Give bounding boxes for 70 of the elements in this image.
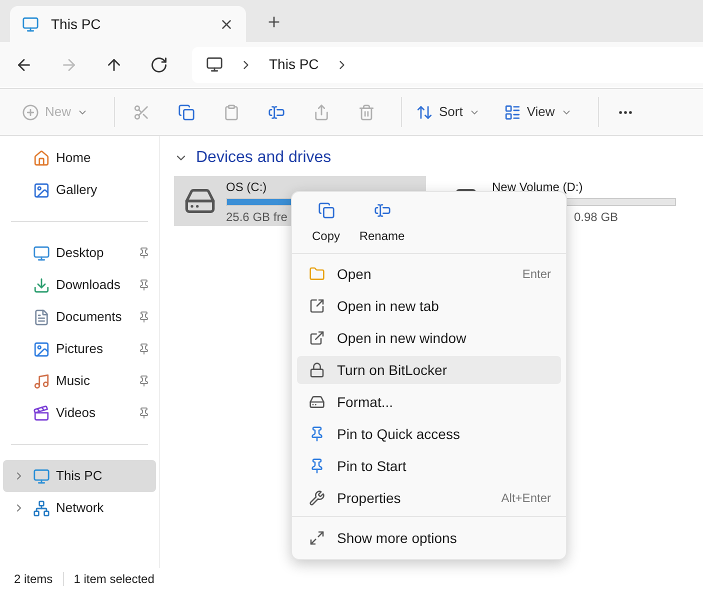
desktop-icon: [33, 244, 50, 262]
refresh-icon[interactable]: [150, 56, 168, 74]
pin-icon: [138, 407, 150, 419]
view-icon: [504, 104, 521, 120]
lock-icon: [309, 362, 325, 378]
tab-title: This PC: [51, 14, 102, 34]
shortcut-text: Enter: [522, 266, 551, 283]
quick-action-button[interactable]: Copy: [302, 202, 350, 245]
sidebar-item[interactable]: Desktop: [3, 237, 156, 269]
pin-icon: [138, 375, 150, 387]
menu-item[interactable]: Format...: [297, 388, 561, 416]
monitor-icon: [206, 56, 223, 73]
status-text: 1 item selected: [74, 571, 154, 588]
sort-icon: [416, 104, 434, 120]
shortcut-text: Alt+Enter: [501, 490, 551, 507]
tab[interactable]: This PC: [10, 6, 246, 42]
network-icon: [33, 500, 50, 516]
sidebar-item[interactable]: Home: [3, 142, 156, 174]
free-space: 0.98 GB: [574, 209, 618, 226]
menu-item[interactable]: Open Enter: [297, 260, 561, 288]
menu-item[interactable]: Pin to Quick access: [297, 420, 561, 448]
menu-item[interactable]: Pin to Start: [297, 452, 561, 480]
group-title: Devices and drives: [196, 148, 332, 168]
toolbar-button[interactable]: Sort: [410, 96, 486, 128]
address-bar[interactable]: This PC: [192, 46, 703, 82]
document-icon: [33, 308, 50, 326]
video-icon: [33, 404, 50, 422]
pin-icon: [138, 279, 150, 291]
wrench-icon: [309, 490, 325, 506]
free-space: 25.6 GB fre: [226, 209, 288, 226]
new-icon: [22, 104, 39, 120]
sidebar-item[interactable]: This PC: [3, 460, 156, 492]
picture-icon: [33, 340, 50, 358]
address-segment[interactable]: This PC: [269, 54, 319, 75]
sidebar-item[interactable]: Music: [3, 365, 156, 397]
quick-action-button[interactable]: Rename: [358, 202, 406, 245]
menu-item[interactable]: Open in new window: [297, 324, 561, 352]
pin-icon: [138, 311, 150, 323]
menu-item[interactable]: Properties Alt+Enter: [297, 484, 561, 512]
pin-icon: [138, 247, 150, 259]
new-tab-icon[interactable]: [266, 14, 282, 30]
menu-item[interactable]: Turn on BitLocker: [297, 356, 561, 384]
sidebar-item[interactable]: Videos: [3, 397, 156, 429]
sidebar-item[interactable]: Pictures: [3, 333, 156, 365]
monitor-icon: [22, 16, 39, 32]
music-icon: [33, 372, 50, 390]
gallery-icon: [33, 182, 50, 198]
drive-name: OS (C:): [226, 179, 268, 196]
sidebar-item[interactable]: Downloads: [3, 269, 156, 301]
sidebar-item[interactable]: Network: [3, 492, 156, 524]
pin-icon: [309, 458, 325, 474]
drive-icon: [309, 394, 325, 410]
expand-icon: [309, 530, 325, 546]
sidebar-item[interactable]: Documents: [3, 301, 156, 333]
toolbar-button[interactable]: View: [498, 96, 578, 128]
pin-icon: [309, 426, 325, 442]
new-window-icon: [309, 330, 325, 346]
drive-name: New Volume (D:): [492, 179, 584, 196]
menu-item[interactable]: Open in new tab: [297, 292, 561, 320]
menu-item[interactable]: Show more options: [297, 523, 561, 553]
copy-icon: [318, 202, 334, 219]
home-icon: [33, 150, 50, 166]
monitor-icon: [33, 468, 50, 484]
status-text: 2 items: [14, 571, 53, 588]
new-tab-icon: [309, 298, 325, 314]
folder-icon: [309, 266, 325, 282]
sidebar-item[interactable]: Gallery: [3, 174, 156, 206]
rename-icon: [374, 202, 390, 219]
pin-icon: [138, 343, 150, 355]
download-icon: [33, 276, 50, 294]
